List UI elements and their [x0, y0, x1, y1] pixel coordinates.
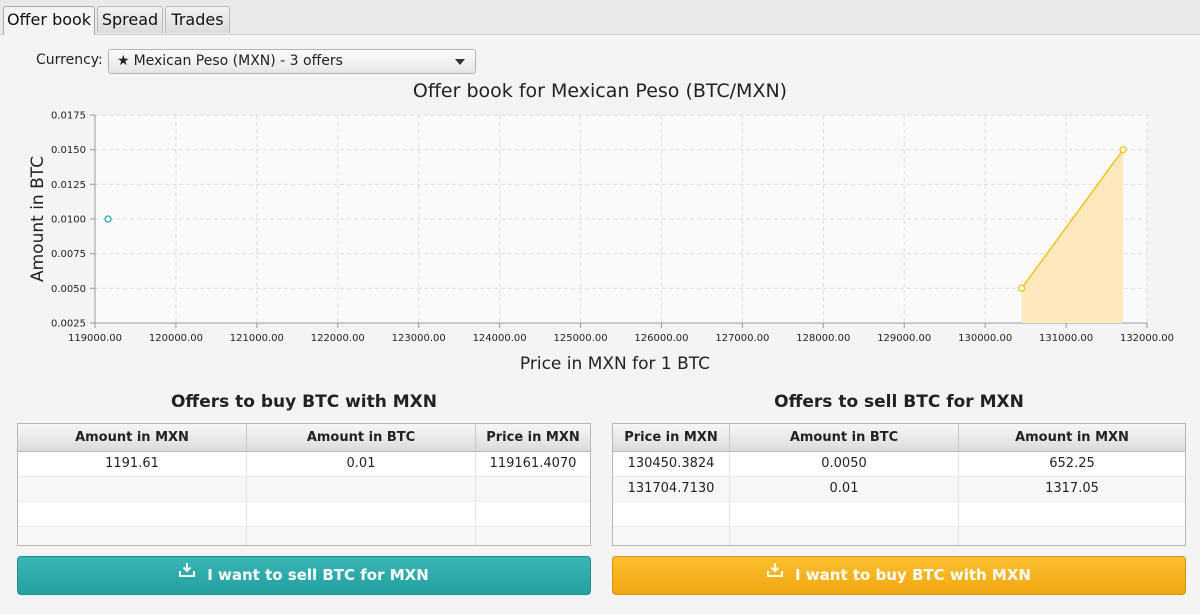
table-row-empty	[18, 527, 590, 545]
table-cell: 131704.7130	[613, 477, 730, 501]
y-axis-title: Amount in BTC	[28, 156, 48, 282]
table-cell: 1191.61	[18, 452, 247, 476]
x-tick-label: 122000.00	[311, 333, 365, 344]
x-tick-label: 125000.00	[553, 333, 607, 344]
x-tick-label: 128000.00	[796, 333, 850, 344]
column-header[interactable]: Amount in MXN	[18, 424, 247, 451]
x-tick-label: 120000.00	[149, 333, 203, 344]
tab-offer-book[interactable]: Offer book	[3, 6, 95, 35]
y-tick-label: 0.0175	[51, 111, 86, 122]
x-tick-label: 129000.00	[877, 333, 931, 344]
x-tick-label: 123000.00	[392, 333, 446, 344]
table-row-empty	[18, 502, 590, 527]
x-tick-label: 127000.00	[715, 333, 769, 344]
column-header[interactable]: Price in MXN	[613, 424, 730, 451]
table-row[interactable]: 130450.3824 0.0050 652.25	[613, 452, 1185, 477]
currency-label: Currency:	[36, 52, 103, 68]
y-tick-label: 0.0100	[51, 215, 86, 226]
x-tick-label: 126000.00	[634, 333, 688, 344]
buy-offers-table: Amount in MXN Amount in BTC Price in MXN…	[17, 423, 591, 546]
download-tray-icon	[767, 555, 783, 592]
table-row-empty	[613, 502, 1185, 527]
column-header[interactable]: Price in MXN	[476, 424, 590, 451]
tab-trades[interactable]: Trades	[165, 6, 230, 33]
column-header[interactable]: Amount in BTC	[730, 424, 959, 451]
table-cell: 1317.05	[1045, 481, 1099, 496]
table-cell: 130450.3824	[613, 452, 730, 476]
table-header: Price in MXN Amount in BTC Amount in MXN	[613, 424, 1185, 452]
data-point	[104, 215, 112, 223]
table-cell: 0.01	[247, 452, 476, 476]
chart-title: Offer book for Mexican Peso (BTC/MXN)	[412, 80, 788, 102]
data-point	[1017, 284, 1026, 292]
table-row[interactable]: 131704.7130 0.01 1317.05	[613, 477, 1185, 502]
y-tick-label: 0.0050	[51, 284, 86, 295]
buy-btc-button-label: I want to buy BTC with MXN	[795, 566, 1031, 584]
buy-btc-button[interactable]: I want to buy BTC with MXN	[612, 556, 1186, 595]
chevron-down-icon	[455, 59, 465, 65]
x-tick-label: 119000.00	[68, 333, 122, 344]
y-tick-label: 0.0075	[51, 249, 86, 260]
x-tick-label: 124000.00	[473, 333, 527, 344]
sell-offers-table: Price in MXN Amount in BTC Amount in MXN…	[612, 423, 1186, 546]
tab-spread[interactable]: Spread	[97, 6, 163, 33]
currency-select[interactable]: ★ Mexican Peso (MXN) - 3 offers	[108, 49, 476, 74]
buy-offers-title: Offers to buy BTC with MXN	[170, 392, 438, 412]
data-point	[1119, 146, 1127, 154]
offer-book-chart: 119000.00 120000.00 121000.00 122000.00 1230…	[28, 111, 1174, 375]
table-row-empty	[613, 527, 1185, 545]
table-row[interactable]: 1191.61 0.01 119161.4070	[18, 452, 590, 477]
table-header: Amount in MXN Amount in BTC Price in MXN	[18, 424, 590, 452]
y-tick-label: 0.0150	[51, 145, 86, 156]
table-cell: 652.25	[1049, 456, 1095, 471]
x-tick-label: 121000.00	[230, 333, 284, 344]
x-tick-label: 130000.00	[958, 333, 1012, 344]
x-axis-title: Price in MXN for 1 BTC	[520, 354, 710, 374]
download-tray-icon	[179, 555, 196, 592]
tab-bar: Offer book Spread Trades	[0, 0, 1200, 35]
sell-offers-title: Offers to sell BTC for MXN	[774, 392, 1024, 412]
table-row-empty	[18, 477, 590, 502]
table-cell: 119161.4070	[489, 456, 577, 471]
currency-selected-value: Mexican Peso (MXN) - 3 offers	[133, 53, 343, 69]
x-tick-label: 132000.00	[1120, 333, 1174, 344]
table-cell: 0.0050	[730, 452, 959, 476]
sell-btc-button[interactable]: I want to sell BTC for MXN	[17, 556, 591, 595]
column-header[interactable]: Amount in MXN	[959, 424, 1185, 451]
y-tick-label: 0.0125	[51, 180, 86, 191]
y-tick-label: 0.0025	[51, 319, 86, 330]
table-cell: 0.01	[730, 477, 959, 501]
sell-btc-button-label: I want to sell BTC for MXN	[207, 566, 429, 584]
column-header[interactable]: Amount in BTC	[247, 424, 476, 451]
star-icon: ★	[117, 53, 130, 69]
x-tick-label: 131000.00	[1039, 333, 1093, 344]
